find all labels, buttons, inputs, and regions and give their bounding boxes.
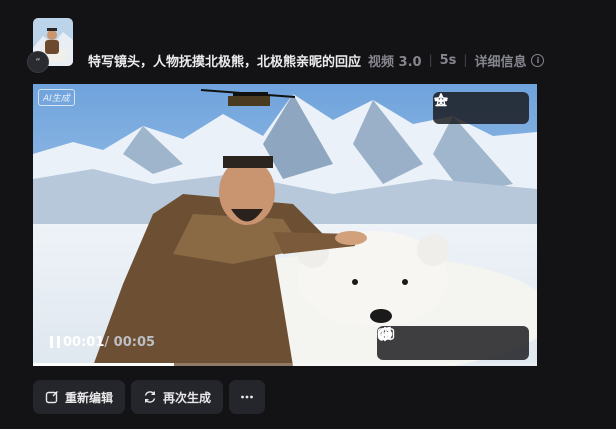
info-icon[interactable]: i bbox=[531, 53, 545, 67]
playback-controls: 00:01 / 00:05 bbox=[49, 335, 155, 350]
regenerate-label: 再次生成 bbox=[163, 390, 212, 405]
hd-icon[interactable]: HD bbox=[377, 328, 494, 354]
video-bottom-toolbar: HD bbox=[377, 326, 529, 360]
music-icon[interactable] bbox=[378, 326, 525, 354]
generation-header: 特写镜头，人物抚摸北极熊，北极熊亲昵的回应 视频 3.0 | 5s | 详细信息… bbox=[88, 50, 545, 70]
audio-wave-icon[interactable] bbox=[379, 328, 434, 354]
edit-icon bbox=[45, 391, 58, 404]
more-icon[interactable] bbox=[434, 97, 492, 119]
video-player[interactable]: AI生成 00:01 / 00:05 HD bbox=[33, 84, 537, 366]
divider: | bbox=[428, 53, 433, 67]
video-top-toolbar bbox=[433, 92, 529, 124]
video-frame bbox=[33, 84, 537, 366]
regenerate-button[interactable]: 再次生成 bbox=[131, 380, 224, 414]
refresh-icon bbox=[144, 391, 156, 403]
star-icon[interactable] bbox=[434, 93, 524, 119]
action-bar: 重新编辑 再次生成 bbox=[33, 380, 266, 414]
progress-bar[interactable] bbox=[33, 363, 537, 366]
divider: | bbox=[463, 53, 468, 67]
total-time: / 00:05 bbox=[104, 335, 156, 350]
model-label: 视频 3.0 bbox=[368, 54, 422, 70]
duration-label: 5s bbox=[439, 52, 457, 68]
reedit-button[interactable]: 重新编辑 bbox=[33, 380, 126, 414]
quote-icon: “ bbox=[27, 51, 49, 73]
current-time: 00:01 bbox=[63, 335, 105, 350]
ai-generated-tag: AI生成 bbox=[38, 89, 75, 106]
more-actions-button[interactable] bbox=[229, 380, 266, 414]
reedit-label: 重新编辑 bbox=[65, 390, 114, 405]
frame-interp-icon[interactable] bbox=[377, 326, 464, 354]
prompt-text: 特写镜头，人物抚摸北极熊，北极熊亲昵的回应 bbox=[88, 54, 362, 70]
more-icon bbox=[241, 395, 253, 399]
progress-fill bbox=[33, 363, 175, 366]
details-link[interactable]: 详细信息 bbox=[474, 51, 526, 70]
